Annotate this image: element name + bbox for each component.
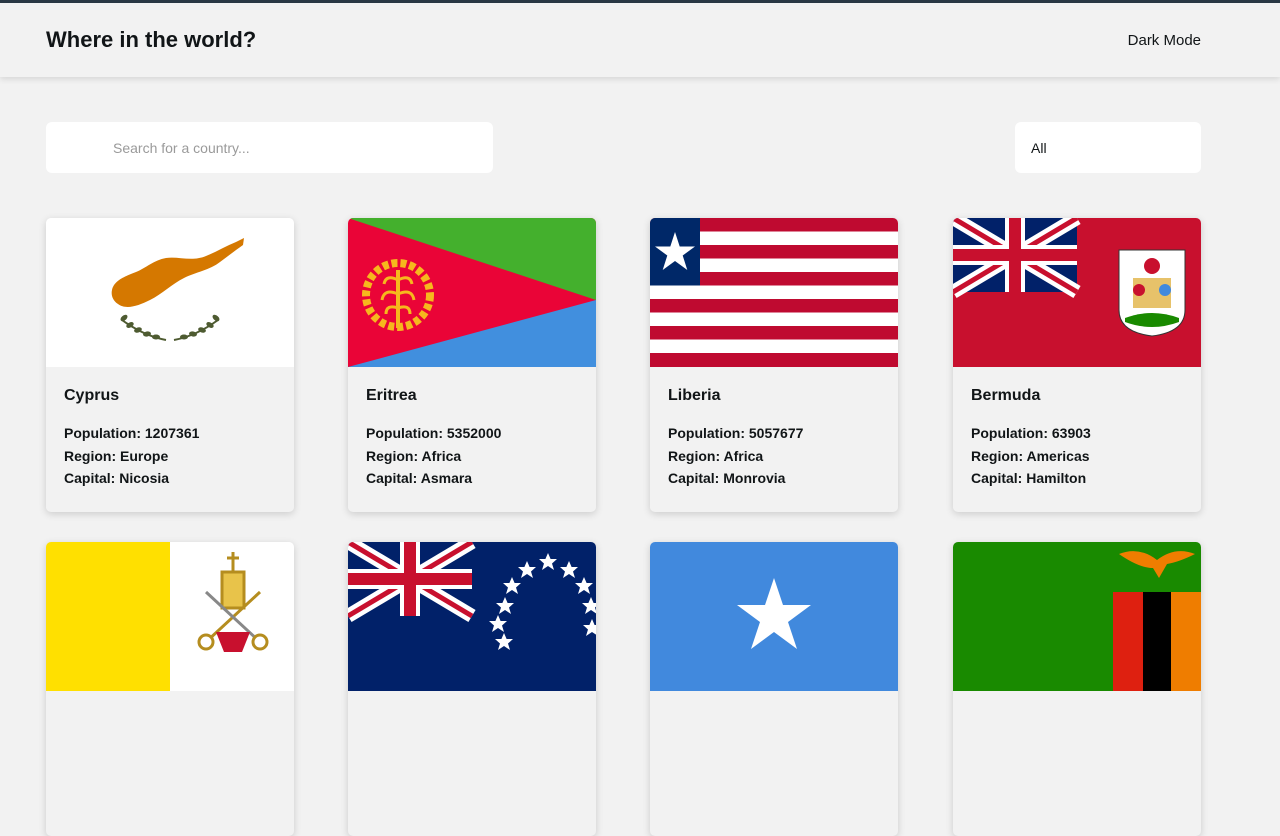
somalia-flag: [650, 542, 898, 691]
country-capital: Capital: Asmara: [366, 467, 578, 490]
population-label: Population:: [971, 425, 1052, 441]
population-value: 5352000: [446, 425, 502, 441]
country-capital: Capital: Nicosia: [64, 467, 276, 490]
app-title: Where in the world?: [46, 27, 257, 52]
population-value: 1207361: [144, 425, 200, 441]
zambia-flag: [953, 542, 1201, 691]
country-region: Region: Americas: [971, 445, 1183, 468]
country-population: Population: 5352000: [366, 422, 578, 445]
capital-label: Capital:: [668, 470, 724, 486]
region-value: Africa: [421, 447, 462, 464]
capital-value: Nicosia: [119, 470, 170, 486]
country-card-eritrea[interactable]: Eritrea Population: 5352000 Region: Afri…: [348, 218, 596, 512]
bermuda-flag: [953, 218, 1201, 367]
capital-label: Capital:: [64, 470, 120, 486]
capital-label: Capital:: [366, 470, 421, 486]
cyprus-flag: [46, 218, 294, 367]
country-capital: Capital: Hamilton: [971, 467, 1183, 490]
vatican-flag: [46, 542, 294, 691]
search-box: [46, 122, 493, 173]
capital-label: Capital:: [971, 470, 1027, 486]
population-label: Population:: [366, 425, 447, 441]
country-name: Eritrea: [366, 387, 417, 404]
country-card-zambia[interactable]: [953, 542, 1201, 836]
region-filter-value: All: [1031, 139, 1047, 156]
country-card-somalia[interactable]: [650, 542, 898, 836]
region-filter[interactable]: All: [1015, 122, 1201, 173]
region-label: Region:: [366, 447, 422, 464]
region-value: Europe: [120, 447, 169, 464]
population-value: 63903: [1051, 425, 1091, 441]
region-label: Region:: [971, 447, 1027, 464]
country-region: Region: Africa: [668, 445, 880, 468]
country-region: Region: Europe: [64, 445, 276, 468]
country-card-liberia[interactable]: Liberia Population: 5057677 Region: Afri…: [650, 218, 898, 512]
country-name: Cyprus: [64, 387, 120, 404]
search-input[interactable]: [46, 122, 493, 173]
country-population: Population: 5057677: [668, 422, 880, 445]
country-capital: Capital: Monrovia: [668, 467, 880, 490]
country-population: Population: 1207361: [64, 422, 276, 445]
cook-islands-flag: [348, 542, 596, 691]
country-population: Population: 63903: [971, 422, 1183, 445]
capital-value: Asmara: [420, 470, 473, 486]
region-label: Region:: [668, 447, 724, 464]
dark-mode-toggle[interactable]: Dark Mode: [1128, 32, 1201, 49]
region-value: Americas: [1026, 447, 1090, 464]
country-region: Region: Africa: [366, 445, 578, 468]
liberia-flag: [650, 218, 898, 367]
eritrea-flag: [348, 218, 596, 367]
population-value: 5057677: [748, 425, 804, 441]
country-name: Bermuda: [971, 387, 1041, 404]
region-value: Africa: [723, 447, 764, 464]
app-header: Where in the world? Dark Mode: [0, 3, 1280, 77]
capital-value: Hamilton: [1026, 470, 1087, 486]
region-label: Region:: [64, 447, 120, 464]
country-card-cyprus[interactable]: Cyprus Population: 1207361 Region: Europ…: [46, 218, 294, 512]
capital-value: Monrovia: [723, 470, 786, 486]
country-card-cook-islands[interactable]: [348, 542, 596, 836]
country-card-vatican[interactable]: [46, 542, 294, 836]
population-label: Population:: [64, 425, 145, 441]
country-name: Liberia: [668, 387, 721, 404]
population-label: Population:: [668, 425, 749, 441]
country-card-bermuda[interactable]: Bermuda Population: 63903 Region: Americ…: [953, 218, 1201, 512]
